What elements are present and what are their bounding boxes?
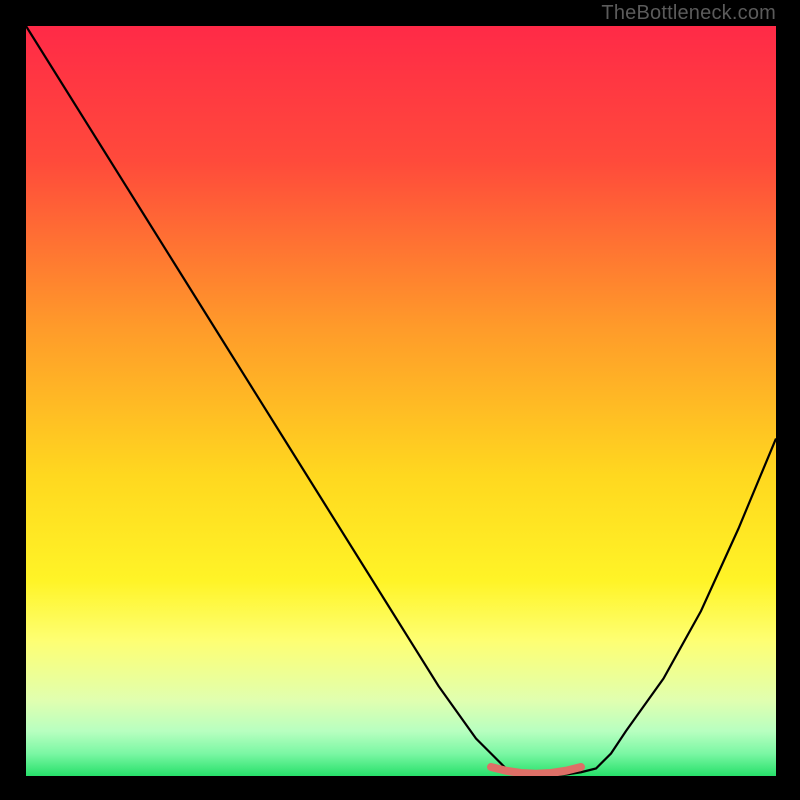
bottleneck-curve	[26, 26, 776, 775]
curve-layer	[26, 26, 776, 776]
chart-container: TheBottleneck.com	[0, 0, 800, 800]
flat-bottom-marker	[491, 767, 581, 774]
watermark-text: TheBottleneck.com	[601, 2, 776, 25]
plot-area	[26, 26, 776, 776]
